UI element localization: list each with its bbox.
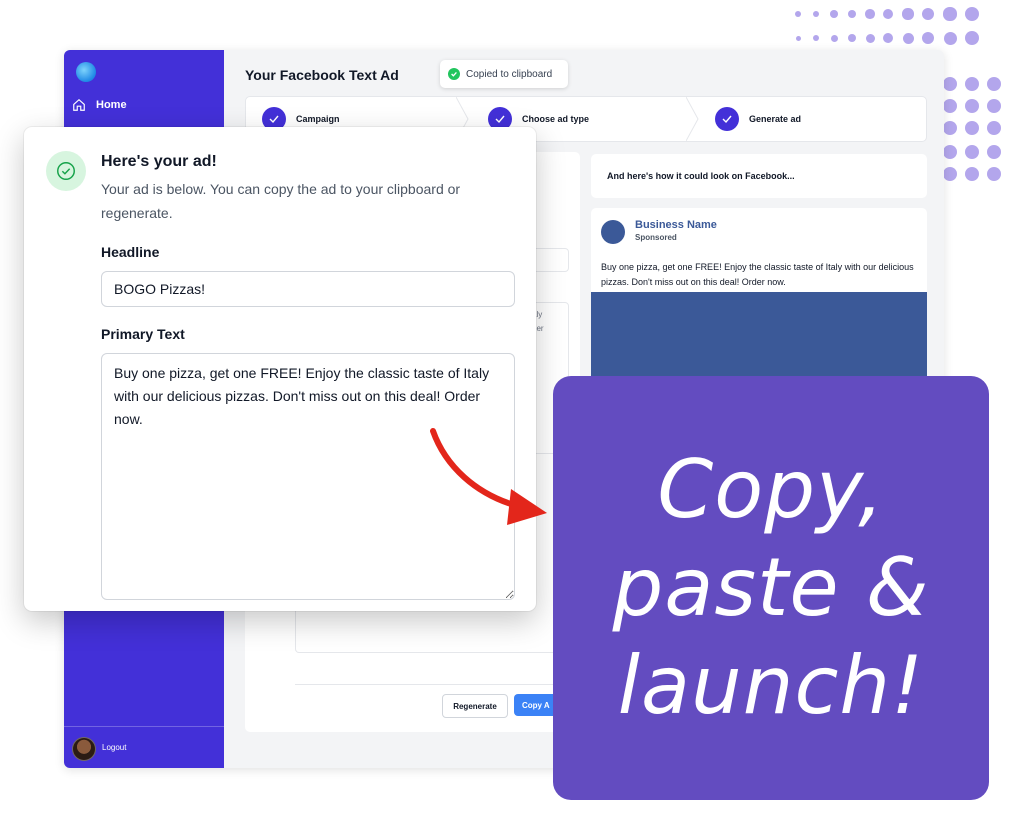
decorative-dot	[902, 32, 914, 44]
decorative-dot	[987, 121, 1001, 135]
decorative-dot	[943, 77, 957, 91]
copied-toast: Copied to clipboard	[440, 60, 568, 88]
decorative-dot	[847, 9, 857, 19]
sponsored-label: Sponsored	[635, 233, 677, 242]
page-title: Your Facebook Text Ad	[245, 67, 399, 83]
decorative-dot	[921, 7, 935, 21]
sidebar-footer: Logout	[64, 726, 224, 768]
decorative-dot	[965, 31, 979, 45]
step-label: Choose ad type	[522, 114, 590, 124]
decorative-dot	[902, 8, 914, 20]
business-avatar	[601, 220, 625, 244]
step-separator	[686, 97, 699, 141]
decorative-dot	[943, 167, 957, 181]
check-circle-icon	[46, 151, 86, 191]
decorative-dot	[848, 34, 856, 42]
decorative-dot	[795, 11, 801, 17]
divider	[295, 684, 567, 685]
decorative-dot	[795, 35, 801, 41]
decorative-dot	[965, 167, 979, 181]
decorative-dot	[987, 167, 1001, 181]
callout-line: launch!	[617, 639, 925, 732]
success-check-icon	[448, 68, 460, 80]
decorative-dot	[943, 31, 957, 45]
sidebar-item-label: Home	[96, 99, 127, 111]
decorative-dot	[943, 145, 957, 159]
logout-link[interactable]: Logout	[102, 743, 126, 752]
decorative-dot	[965, 7, 979, 21]
decorative-dot	[830, 10, 838, 18]
decorative-dot	[865, 33, 875, 43]
decorative-dot	[883, 33, 893, 43]
step-label: Generate ad	[749, 114, 802, 124]
callout-line: Copy,	[657, 443, 885, 536]
step-label: Campaign	[296, 114, 340, 124]
decorative-dot	[943, 121, 957, 135]
callout-banner: Copy, paste & launch!	[553, 376, 989, 800]
decorative-dot	[987, 77, 1001, 91]
step-generate-ad[interactable]: Generate ad	[715, 97, 801, 141]
step-check-icon	[715, 107, 739, 131]
modal-title: Here's your ad!	[101, 153, 217, 170]
business-name: Business Name	[635, 219, 717, 231]
ad-result-modal: Here's your ad! Your ad is below. You ca…	[24, 127, 536, 611]
decorative-dot	[943, 99, 957, 113]
decorative-dot	[987, 99, 1001, 113]
decorative-dot	[965, 121, 979, 135]
decorative-dot	[882, 8, 894, 20]
avatar[interactable]	[72, 737, 96, 761]
decorative-dot	[922, 32, 934, 44]
decorative-dot	[865, 9, 875, 19]
sidebar-item-home[interactable]: Home	[72, 98, 127, 112]
toast-text: Copied to clipboard	[466, 68, 553, 80]
decorative-dot	[965, 145, 979, 159]
decorative-dot	[965, 77, 979, 91]
headline-label: Headline	[101, 244, 160, 260]
callout-line: paste &	[612, 541, 930, 634]
post-text: Buy one pizza, get one FREE! Enjoy the c…	[601, 262, 914, 287]
preview-heading: And here's how it could look on Facebook…	[591, 154, 927, 198]
app-logo-icon	[76, 62, 96, 82]
home-icon	[73, 98, 85, 111]
decorative-dot	[965, 99, 979, 113]
decorative-dot	[813, 35, 819, 41]
regenerate-button[interactable]: Regenerate	[442, 694, 508, 718]
primary-text-label: Primary Text	[101, 326, 185, 342]
decorative-dot	[830, 34, 838, 42]
red-arrow-icon	[430, 428, 547, 525]
decorative-dot	[943, 7, 957, 21]
modal-description: Your ad is below. You can copy the ad to…	[101, 181, 461, 221]
headline-input[interactable]	[101, 271, 515, 307]
decorative-dot	[812, 10, 820, 18]
decorative-dot	[987, 145, 1001, 159]
